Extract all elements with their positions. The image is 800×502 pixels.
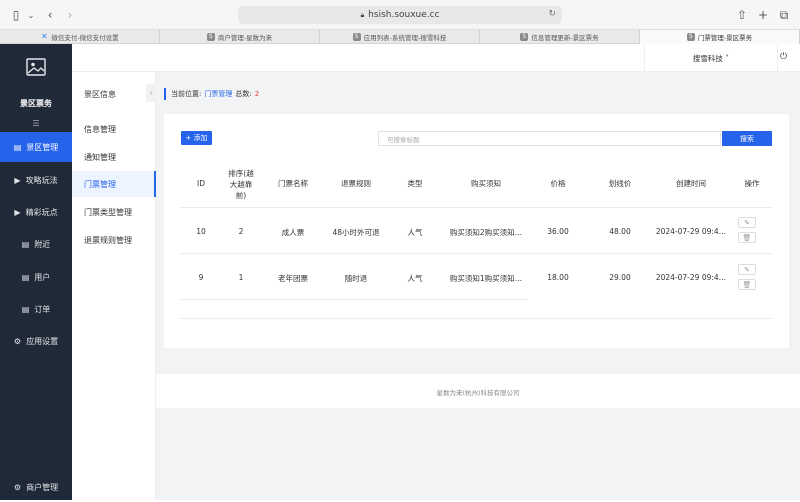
document-icon: ▤ [13,142,22,152]
app-sidebar: 景区票务 ☰ ▤ 景区管理 ▶ 攻略玩法 ▶ 精彩玩点 ▤ 附近 ▤ 用户 ▤ … [0,44,72,500]
browser-toolbar: ▯ ⌄ ‹ › 🔒︎ hsish.souxue.cc ↻ ⇧ + ⧉ [0,0,800,30]
s-icon: S [352,33,361,41]
tab-bar: ✕ 微信支付-微信支付设置 S 商户管理-星数为来 S 应用列表-系统管理-搜雪科技 … [0,30,800,44]
column-header-sort: 排序(越 大越靠 前) [228,169,254,200]
new-tab-icon[interactable]: + [757,8,769,22]
cell-type: 人气 [407,274,423,283]
cell-id: 10 [196,227,206,236]
url-text: hsish.souxue.cc [368,10,440,20]
subnav-item-info[interactable]: 信息管理 [72,116,156,142]
column-header-price: 价格 [550,179,566,188]
cell-notice: 购买须知2购买须知… [449,228,523,237]
breadcrumb-current[interactable]: 门票管理 [204,89,232,99]
back-icon[interactable]: ‹ [44,8,56,22]
gear-icon: ⚙ [13,336,22,346]
cell-id: 9 [198,273,204,282]
share-icon[interactable]: ⇧ [736,8,748,22]
row-divider [180,253,772,254]
browser-tab[interactable]: S 商户管理-星数为来 [160,30,320,44]
cell-strike-price: 29.00 [609,273,631,282]
row-divider [180,318,772,319]
cell-created: 2024-07-29 09:4… [655,227,727,236]
image-logo-icon [26,58,46,76]
column-header-created: 创建时间 [676,179,706,188]
cell-strike-price: 48.00 [609,227,631,236]
document-icon: ▤ [21,239,30,249]
subnav-item-ticket-types[interactable]: 门票类型管理 [72,199,156,225]
column-header-name: 门票名称 [278,179,308,188]
cell-refund-rule: 48小时外可退 [332,228,380,237]
s-icon: S [206,33,215,41]
cell-price: 18.00 [547,273,569,282]
column-header-refund-rule: 退票规则 [341,179,371,188]
column-header-notice: 购买须知 [471,179,501,188]
column-header-strike-price: 划线价 [608,179,632,188]
document-icon: ▤ [21,272,30,282]
sidebar-item-users[interactable]: ▤ 用户 [0,262,72,292]
wechat-pay-icon: ✕ [40,32,48,41]
column-header-actions: 操作 [744,179,760,188]
cell-price: 36.00 [547,227,569,236]
subnav-title: 景区信息 [84,90,116,99]
cell-name: 成人票 [281,228,305,237]
breadcrumb: 当前位置: 门票管理 总数: 2 [164,88,259,100]
trash-icon[interactable]: 🗑︎ [738,279,756,290]
browser-tab[interactable]: S 应用列表-系统管理-搜雪科技 [320,30,480,44]
browser-tab[interactable]: S 信息管理更新-景区票务 [480,30,640,44]
sidebar-item-scenic[interactable]: ▤ 景区管理 [0,132,72,162]
video-icon: ▶ [14,207,21,217]
forward-icon[interactable]: › [64,8,76,22]
footer-copyright: 星数为来(杭州)科技有限公司 [436,389,520,397]
total-count: 2 [254,90,260,98]
chevron-left-icon[interactable]: ‹ [146,84,156,102]
column-header-id: ID [197,179,205,188]
browser-tab-active[interactable]: S 门票管理-景区票务 [640,30,800,44]
trash-icon[interactable]: 🗑︎ [738,232,756,243]
edit-icon[interactable]: ✎ [738,217,756,228]
s-icon: S [686,33,695,41]
video-icon: ▶ [14,175,21,185]
sidebar-item-orders[interactable]: ▤ 订单 [0,294,72,324]
power-icon[interactable]: ⏻ [780,52,787,62]
gear-icon: ⚙ [13,482,22,492]
cell-refund-rule: 随时退 [344,274,368,283]
chevron-down-icon[interactable]: ⌄ [27,8,35,22]
brand-title: 景区票务 [20,99,52,108]
column-header-type: 类型 [407,179,423,188]
tab-overview-icon[interactable]: ⧉ [778,8,790,22]
menu-collapse-icon[interactable]: ☰ [0,119,72,128]
subnav-item-notice[interactable]: 通知管理 [72,144,156,170]
sidebar-item-merchant[interactable]: ⚙ 商户管理 [0,472,72,502]
company-dropdown[interactable]: 搜雪科技 ˅ [644,44,778,72]
cell-name: 老年团票 [278,274,308,283]
sidebar-item-guide[interactable]: ▶ 攻略玩法 [0,165,72,195]
sidebar-item-highlights[interactable]: ▶ 精彩玩点 [0,197,72,227]
cell-notice: 购买须知1购买须知… [449,274,523,283]
row-divider [180,299,528,300]
cell-created: 2024-07-29 09:4… [655,273,727,282]
browser-tab[interactable]: ✕ 微信支付-微信支付设置 [0,30,160,44]
sidebar-item-app-settings[interactable]: ⚙ 应用设置 [0,326,72,356]
subnav-item-tickets[interactable]: 门票管理 [72,171,156,197]
address-bar[interactable]: 🔒︎ hsish.souxue.cc ↻ [238,6,562,24]
cell-type: 人气 [407,228,423,237]
reload-icon[interactable]: ↻ [548,9,556,19]
lock-icon: 🔒︎ [360,10,365,19]
add-button[interactable]: + 添加 [181,131,212,145]
search-input[interactable]: 可搜索标题 [378,131,721,146]
sidebar-toggle-icon[interactable]: ▯ [10,8,22,22]
subnav-item-refund-rules[interactable]: 退票规则管理 [72,227,156,253]
cell-sort: 1 [238,273,244,282]
s-icon: S [520,33,529,41]
cell-sort: 2 [238,227,244,236]
row-divider [180,207,772,208]
search-button[interactable]: 搜索 [722,131,772,146]
edit-icon[interactable]: ✎ [738,264,756,275]
document-icon: ▤ [21,304,30,314]
sidebar-item-nearby[interactable]: ▤ 附近 [0,229,72,259]
